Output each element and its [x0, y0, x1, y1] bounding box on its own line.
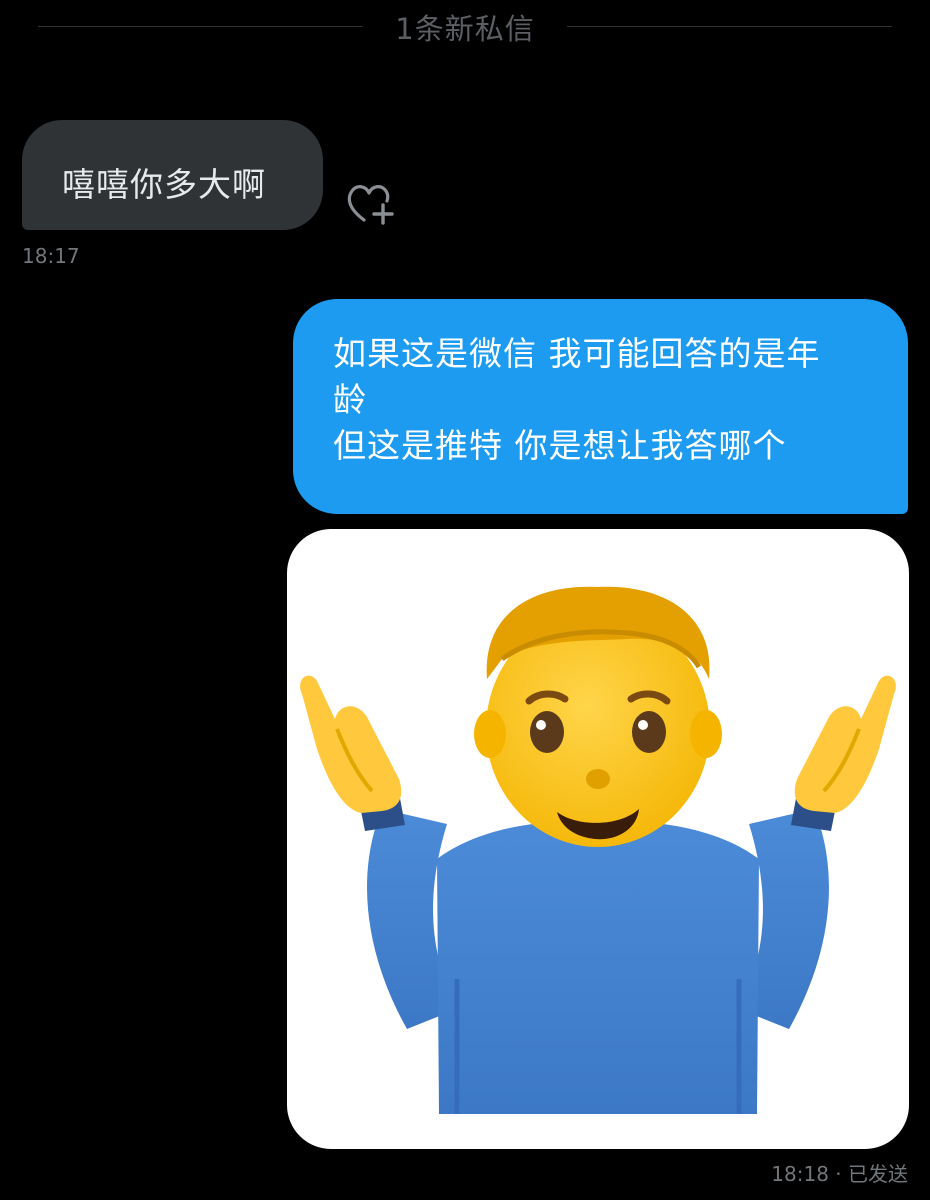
incoming-message-bubble: 嘻嘻你多大啊: [22, 120, 323, 230]
divider-line-left: [38, 26, 363, 27]
outgoing-line-2: 龄: [333, 380, 367, 419]
outgoing-line-3: 但这是推特 你是想让我答哪个: [333, 426, 787, 465]
media-attachment[interactable]: [287, 529, 909, 1149]
incoming-message-time: 18:17: [22, 244, 80, 268]
man-shrugging-emoji: [300, 586, 896, 1114]
new-messages-divider: 1条新私信: [0, 0, 930, 50]
outgoing-line-1: 如果这是微信 我可能回答的是年: [333, 334, 821, 373]
outgoing-message-time: 18:18: [771, 1162, 829, 1186]
new-messages-label: 1条新私信: [395, 12, 535, 46]
heart-plus-icon: [347, 185, 394, 225]
meta-separator: ·: [835, 1162, 842, 1186]
divider-line-right: [567, 26, 892, 27]
delivery-status: 已发送: [848, 1162, 908, 1186]
outgoing-message-meta: 18:18 · 已发送: [771, 1158, 908, 1187]
outgoing-message-bubble: 如果这是微信 我可能回答的是年 龄 但这是推特 你是想让我答哪个: [293, 299, 908, 514]
add-reaction-button[interactable]: [344, 180, 400, 226]
